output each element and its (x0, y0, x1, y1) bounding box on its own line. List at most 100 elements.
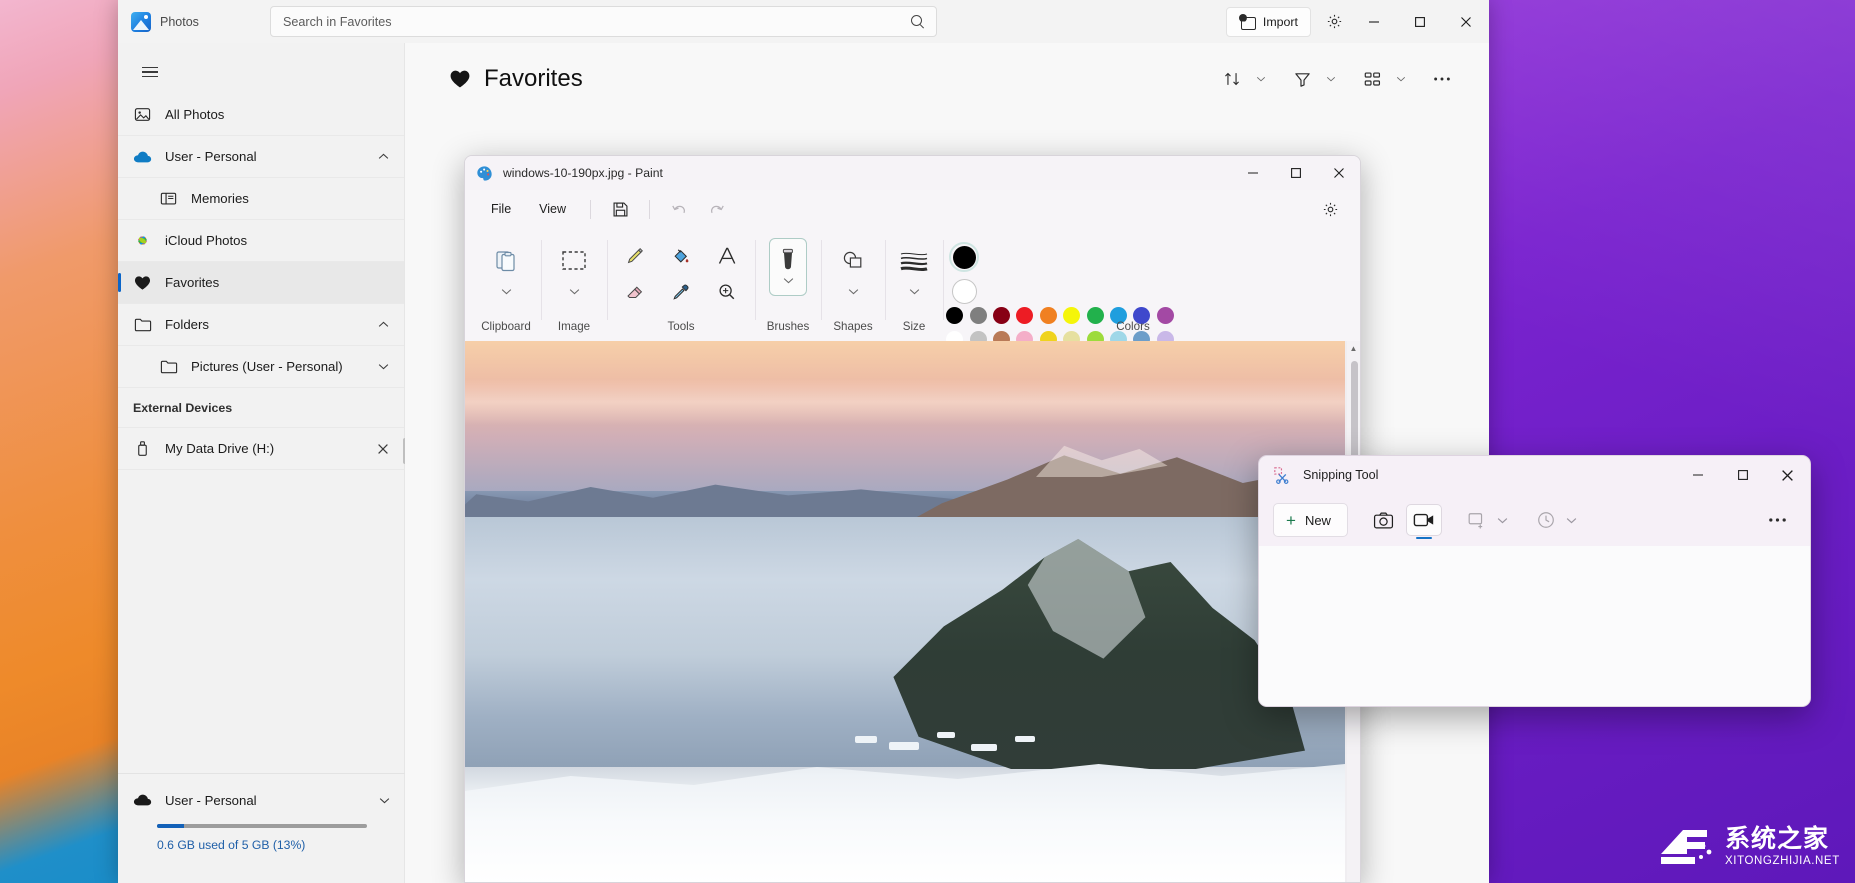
photos-minimize-button[interactable] (1351, 0, 1397, 43)
search-icon[interactable] (910, 14, 926, 30)
photos-brand: Photos (118, 12, 270, 32)
snipping-tool-canvas[interactable] (1259, 546, 1810, 706)
ribbon-group-label: Image (541, 320, 607, 333)
image-clouds (465, 379, 1345, 425)
undo-button[interactable] (662, 195, 696, 223)
brushes-button[interactable] (769, 238, 807, 296)
image-caret[interactable] (569, 284, 580, 298)
sort-button[interactable] (1215, 63, 1249, 95)
sidebar-item-folders[interactable]: Folders (118, 304, 404, 346)
save-disk-icon (612, 201, 629, 218)
eyedropper-tool-button[interactable] (661, 275, 701, 309)
new-snip-button[interactable]: + New (1273, 503, 1348, 537)
size-lines-icon (899, 249, 929, 273)
ribbon-group-tools: Tools (607, 228, 755, 341)
sidebar-item-pictures[interactable]: Pictures (User - Personal) (118, 346, 404, 388)
size-caret[interactable] (909, 284, 920, 298)
minimize-icon (1368, 16, 1380, 28)
sidebar-storage-footer: User - Personal 0.6 GB used of 5 GB (13%… (118, 773, 405, 883)
clock-icon (1536, 510, 1556, 530)
redo-button[interactable] (700, 195, 734, 223)
delay-button[interactable] (1531, 505, 1561, 535)
clipboard-button[interactable] (483, 238, 529, 284)
shapes-caret[interactable] (848, 284, 859, 298)
photos-close-button[interactable] (1443, 0, 1489, 43)
magnifier-icon (716, 281, 738, 303)
snip-shape-button[interactable] (1462, 505, 1492, 535)
gear-icon (1326, 13, 1343, 30)
shapes-button[interactable] (830, 238, 876, 284)
sidebar-item-favorites[interactable]: Favorites (118, 262, 404, 304)
canvas-image[interactable] (465, 341, 1345, 883)
scroll-up-arrow-icon[interactable]: ▲ (1349, 344, 1358, 353)
paint-minimize-button[interactable] (1231, 156, 1274, 190)
fill-tool-button[interactable] (661, 239, 701, 273)
paint-canvas-area[interactable]: ▲ (465, 341, 1360, 882)
screen: Photos Search in Favorites Import (0, 0, 1855, 883)
photos-maximize-button[interactable] (1397, 0, 1443, 43)
watermark: 系统之家 XITONGZHIJIA.NET (1657, 817, 1847, 877)
ellipsis-icon (1432, 75, 1452, 83)
layout-caret-button[interactable] (1391, 63, 1411, 95)
layout-button[interactable] (1355, 63, 1389, 95)
image-select-button[interactable] (551, 238, 597, 284)
menu-file[interactable]: File (479, 195, 523, 223)
maximize-icon (1737, 469, 1749, 481)
paint-close-button[interactable] (1317, 156, 1360, 190)
sidebar-item-user-personal[interactable]: User - Personal (118, 136, 404, 178)
search-input[interactable]: Search in Favorites (283, 15, 910, 29)
menu-view[interactable]: View (527, 195, 578, 223)
paint-maximize-button[interactable] (1274, 156, 1317, 190)
snip-shape-caret[interactable] (1495, 505, 1511, 535)
menubar-separator (590, 200, 591, 219)
more-options-button[interactable] (1425, 63, 1459, 95)
filter-caret-button[interactable] (1321, 63, 1341, 95)
sidebar-item-memories[interactable]: Memories (118, 178, 404, 220)
brushes-caret[interactable] (783, 273, 794, 287)
chevron-down-icon[interactable] (373, 797, 395, 804)
watermark-text: 系统之家 XITONGZHIJIA.NET (1725, 827, 1840, 868)
search-box[interactable]: Search in Favorites (270, 6, 937, 37)
size-button[interactable] (891, 238, 937, 284)
photos-settings-button[interactable] (1317, 6, 1351, 38)
snip-close-button[interactable] (1765, 456, 1810, 494)
storage-usage-label[interactable]: 0.6 GB used of 5 GB (13%) (157, 838, 405, 852)
paint-settings-button[interactable] (1314, 195, 1346, 223)
chevron-down-icon[interactable] (372, 363, 394, 370)
snip-maximize-button[interactable] (1720, 456, 1765, 494)
titlebar-actions: Import (1226, 0, 1489, 43)
rectangle-snip-icon (1467, 511, 1487, 530)
ribbon-group-label: Size (885, 320, 943, 333)
snip-delay-caret[interactable] (1564, 505, 1580, 535)
text-tool-button[interactable] (707, 239, 747, 273)
chevron-up-icon[interactable] (372, 153, 394, 160)
sidebar-account-row[interactable]: User - Personal (118, 786, 405, 814)
filter-button[interactable] (1285, 63, 1319, 95)
snip-shape-option (1462, 505, 1511, 535)
eraser-tool-button[interactable] (615, 275, 655, 309)
snipping-tool-more-button[interactable] (1760, 505, 1794, 535)
snip-minimize-button[interactable] (1675, 456, 1720, 494)
sidebar-item-label: Pictures (User - Personal) (191, 359, 359, 374)
secondary-color-button[interactable] (952, 279, 977, 304)
pencil-tool-button[interactable] (615, 239, 655, 273)
primary-color-button[interactable] (949, 242, 979, 272)
sidebar-item-all-photos[interactable]: All Photos (118, 94, 404, 136)
snip-mode-button[interactable] (1366, 504, 1402, 536)
sidebar-item-label: All Photos (165, 107, 404, 122)
folder-icon (133, 315, 152, 334)
import-button[interactable]: Import (1226, 7, 1311, 37)
sort-caret-button[interactable] (1251, 63, 1271, 95)
snipping-tool-window: Snipping Tool + New (1258, 455, 1811, 707)
clipboard-icon (493, 247, 519, 275)
sidebar-toggle-button[interactable] (132, 56, 168, 88)
clipboard-caret[interactable] (501, 284, 512, 298)
chevron-down-icon (1566, 517, 1577, 524)
record-mode-button[interactable] (1406, 504, 1442, 536)
sidebar-item-my-data-drive[interactable]: My Data Drive (H:) (118, 428, 404, 470)
magnifier-tool-button[interactable] (707, 275, 747, 309)
chevron-up-icon[interactable] (372, 321, 394, 328)
eject-device-close-icon[interactable] (372, 443, 394, 455)
save-button[interactable] (603, 195, 637, 223)
sidebar-item-icloud-photos[interactable]: iCloud Photos (118, 220, 404, 262)
